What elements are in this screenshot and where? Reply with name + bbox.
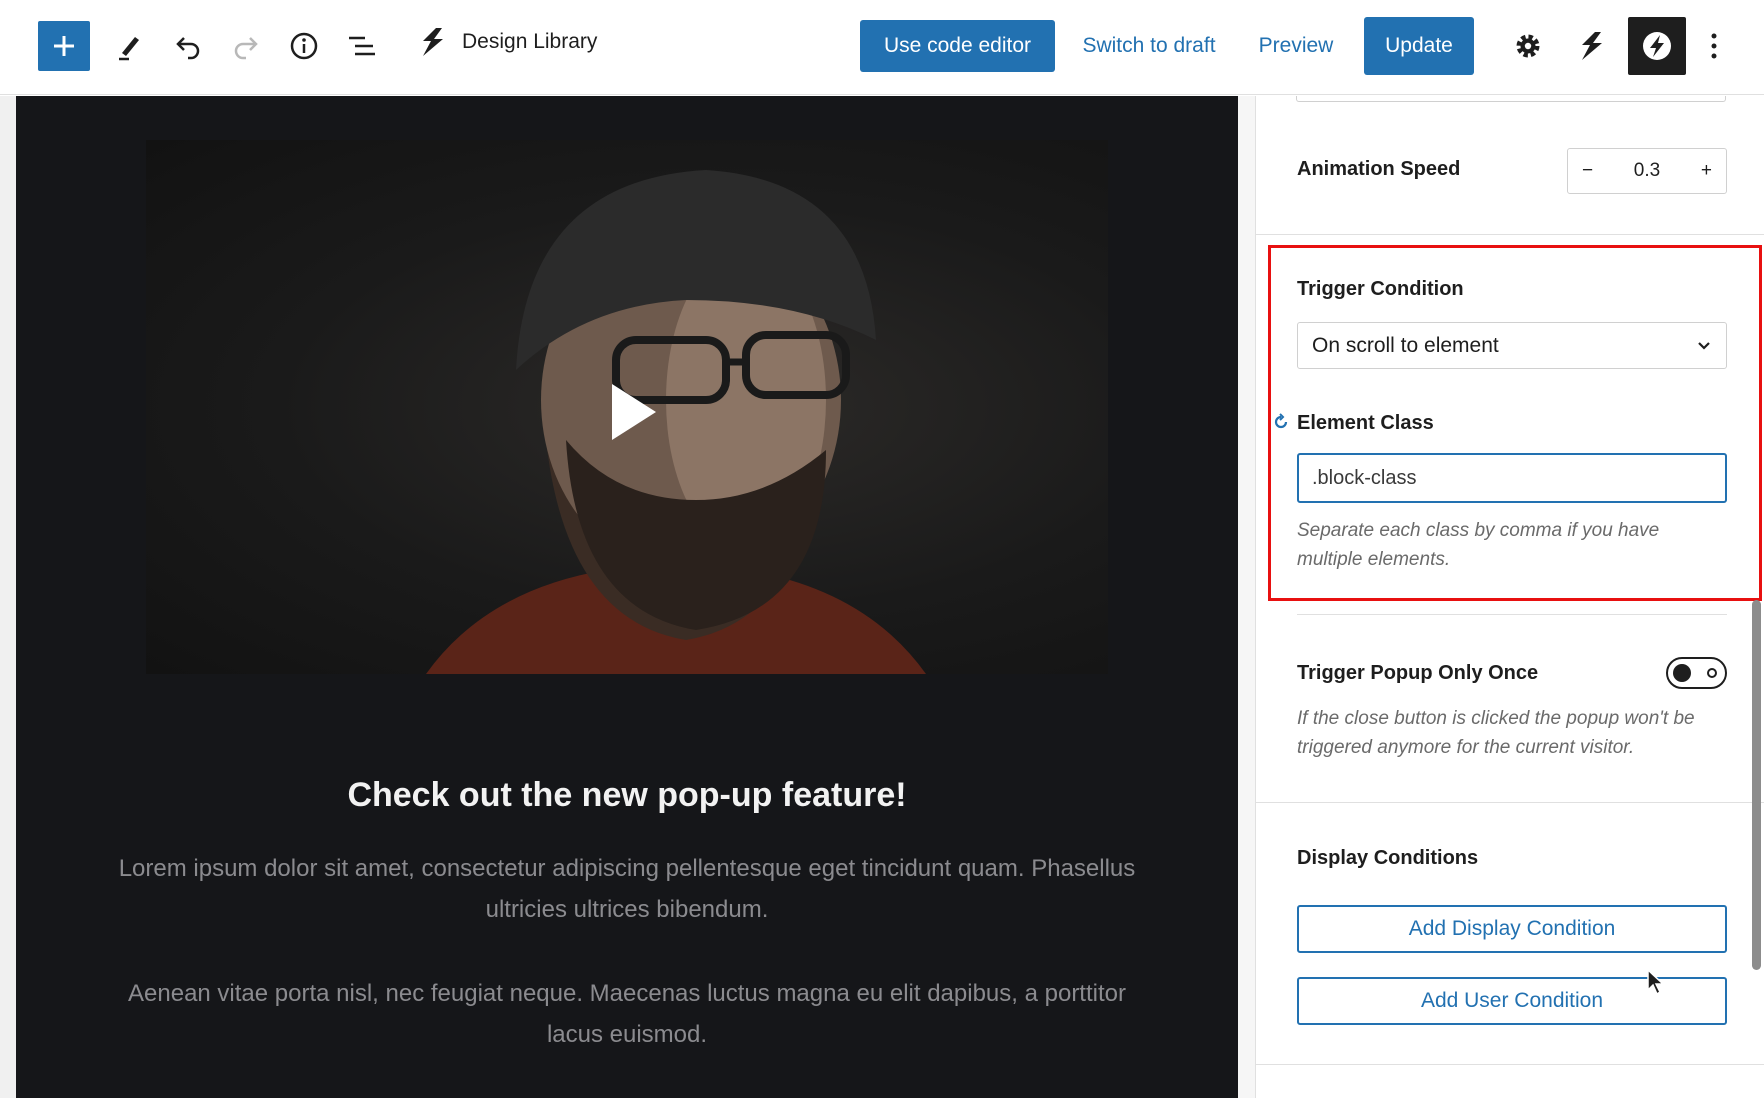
divider [1256,802,1764,803]
play-icon[interactable] [606,380,662,444]
divider [1256,1064,1764,1065]
details-button[interactable] [282,24,326,68]
redo-icon [234,37,258,60]
mouse-cursor-icon [1647,968,1665,996]
popup-paragraph-1: Lorem ipsum dolor sit amet, consectetur … [118,855,1136,923]
design-library-label: Design Library [462,30,598,53]
decrement-button[interactable]: − [1582,160,1593,182]
animation-speed-value: 0.3 [1633,160,1661,181]
plugin-sidebar-button[interactable] [1628,17,1686,75]
settings-button[interactable] [1506,24,1550,68]
video-block[interactable] [146,140,1108,674]
bolt-circle-icon [1643,32,1671,60]
display-conditions-label: Display Conditions [1297,847,1479,869]
trigger-once-label: Trigger Popup Only Once [1297,662,1539,684]
toggle-knob [1673,664,1691,682]
trigger-once-help: If the close button is clicked the popup… [1297,708,1695,758]
editor-toolbar: Design Library Use code editor Switch to… [0,0,1764,95]
animation-speed-stepper[interactable]: − 0.3 + [1567,148,1727,194]
undo-button[interactable] [166,24,210,68]
gear-icon [1516,34,1540,58]
increment-button[interactable]: + [1701,160,1712,182]
design-library-button[interactable]: Design Library [418,26,597,58]
redo-button[interactable] [224,24,268,68]
add-display-condition-button[interactable]: Add Display Condition [1297,905,1727,953]
more-vertical-icon [1711,33,1717,59]
switch-to-draft-button[interactable]: Switch to draft [1074,20,1224,72]
list-view-icon [349,36,375,56]
options-button[interactable] [1692,24,1736,68]
use-code-editor-button[interactable]: Use code editor [860,20,1055,72]
list-view-button[interactable] [340,24,384,68]
divider [1297,614,1727,615]
animation-speed-label: Animation Speed [1297,158,1461,180]
preview-button[interactable]: Preview [1252,20,1340,72]
panel-scrollbar[interactable] [1752,600,1761,970]
stackable-settings-button[interactable] [1570,24,1614,68]
update-button[interactable]: Update [1364,17,1474,75]
divider [1256,234,1764,235]
undo-icon [176,37,200,60]
annotation-highlight-box [1268,245,1762,601]
plus-icon [54,36,74,56]
canvas-edge [0,96,16,1098]
info-icon [290,32,318,60]
stackable-logo-icon [423,28,443,56]
pencil-icon [119,37,139,61]
add-block-button[interactable] [38,21,90,71]
trigger-once-toggle[interactable] [1666,657,1727,689]
editor-canvas: Check out the new pop-up feature! Lorem … [16,96,1238,1098]
tools-button[interactable] [108,24,152,68]
panel-gutter [1238,96,1256,1098]
popup-paragraph-2: Aenean vitae porta nisl, nec feugiat neq… [128,980,1126,1048]
popup-headline: Check out the new pop-up feature! [347,776,907,814]
stackable-icon [1582,32,1602,60]
previous-field[interactable] [1296,96,1726,102]
toggle-off-indicator [1707,668,1717,678]
